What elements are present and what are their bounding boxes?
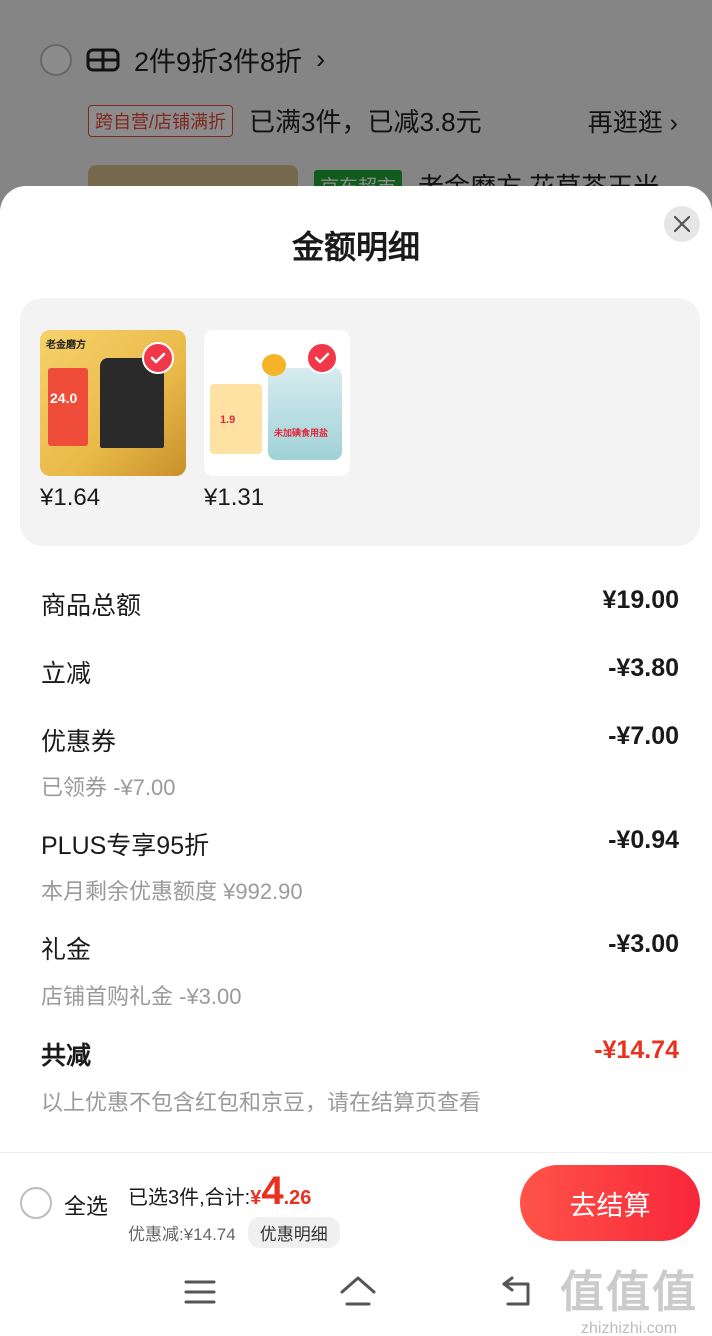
detail-note: 以上优惠不包含红包和京豆，请在结算页查看	[41, 1090, 482, 1115]
selected-count: 已选3件,合计:	[128, 1187, 251, 1209]
product-label: 未加碘食用盐	[274, 428, 329, 438]
watermark-url: zhizhizhi.com	[580, 1320, 678, 1336]
discount-text: 优惠减:¥14.74	[128, 1225, 236, 1244]
currency-symbol: ¥	[250, 1187, 262, 1209]
detail-value: -¥3.00	[608, 930, 679, 958]
total-decimal: .26	[283, 1187, 312, 1209]
select-all-radio[interactable]	[20, 1187, 52, 1219]
detail-row-total: 商品总额 ¥19.00	[41, 586, 679, 622]
detail-value: -¥14.74	[594, 1036, 679, 1064]
watermark: 值值值 zhizhizhi.com	[560, 1256, 698, 1336]
discount-detail-button[interactable]: 优惠明细	[247, 1217, 340, 1248]
detail-value: ¥19.00	[602, 586, 679, 614]
product-price: ¥1.64	[40, 484, 101, 511]
product-price: ¥1.31	[204, 484, 265, 511]
checkout-button[interactable]: 去结算	[520, 1165, 700, 1241]
total-line: 已选3件,合计: ¥ 4 .26	[128, 1171, 311, 1211]
detail-label: 商品总额	[41, 592, 142, 620]
detail-row-gift: 礼金 -¥3.00	[41, 930, 679, 966]
detail-label: 礼金	[41, 936, 92, 964]
detail-label: 优惠券	[41, 728, 117, 756]
detail-row-instant: 立减 -¥3.80	[41, 654, 679, 690]
detail-sub-coupon: 已领券 -¥7.00	[41, 775, 176, 800]
watermark-logo: 值值值	[560, 1268, 698, 1317]
detail-sub-gift: 店铺首购礼金 -¥3.00	[41, 984, 242, 1009]
product-badge: 1.9	[220, 414, 236, 426]
product-card[interactable]: 1.9 未加碘食用盐 ¥1.31	[204, 330, 350, 512]
close-icon	[673, 215, 691, 233]
detail-value: -¥3.80	[608, 654, 679, 682]
product-brand: 老金磨方	[46, 340, 86, 351]
select-all-label[interactable]: 全选	[64, 1189, 108, 1221]
detail-row-sum: 共减 -¥14.74	[41, 1036, 679, 1072]
product-image: 1.9 未加碘食用盐	[204, 330, 350, 476]
product-strip: 老金磨方 24.0 ¥1.64 1.9 未加碘食用盐 ¥1.31	[20, 298, 700, 546]
total-integer: 4	[261, 1169, 284, 1213]
discount-line: 优惠减:¥14.74 优惠明细	[128, 1217, 340, 1248]
product-badge: 24.0	[50, 390, 78, 406]
detail-sub-plus: 本月剩余优惠额度 ¥992.90	[41, 879, 303, 904]
product-card[interactable]: 老金磨方 24.0 ¥1.64	[40, 330, 186, 512]
detail-row-coupon: 优惠券 -¥7.00	[41, 722, 679, 758]
menu-icon[interactable]	[180, 1272, 220, 1312]
sheet-title: 金额明细	[291, 229, 420, 265]
detail-label: PLUS专享95折	[41, 832, 210, 860]
home-icon[interactable]	[338, 1272, 378, 1312]
detail-row-plus: PLUS专享95折 -¥0.94	[41, 826, 679, 862]
detail-label: 共减	[41, 1042, 92, 1070]
checkout-bar: 全选 已选3件,合计: ¥ 4 .26 优惠减:¥14.74 优惠明细 去结算	[0, 1152, 712, 1252]
product-image: 老金磨方 24.0	[40, 330, 186, 476]
checkmark-icon	[306, 342, 338, 374]
close-button[interactable]	[664, 206, 700, 242]
detail-value: -¥0.94	[608, 826, 679, 854]
back-icon[interactable]	[498, 1272, 538, 1312]
checkmark-icon	[142, 342, 174, 374]
detail-value: -¥7.00	[608, 722, 679, 750]
detail-label: 立减	[41, 660, 92, 688]
